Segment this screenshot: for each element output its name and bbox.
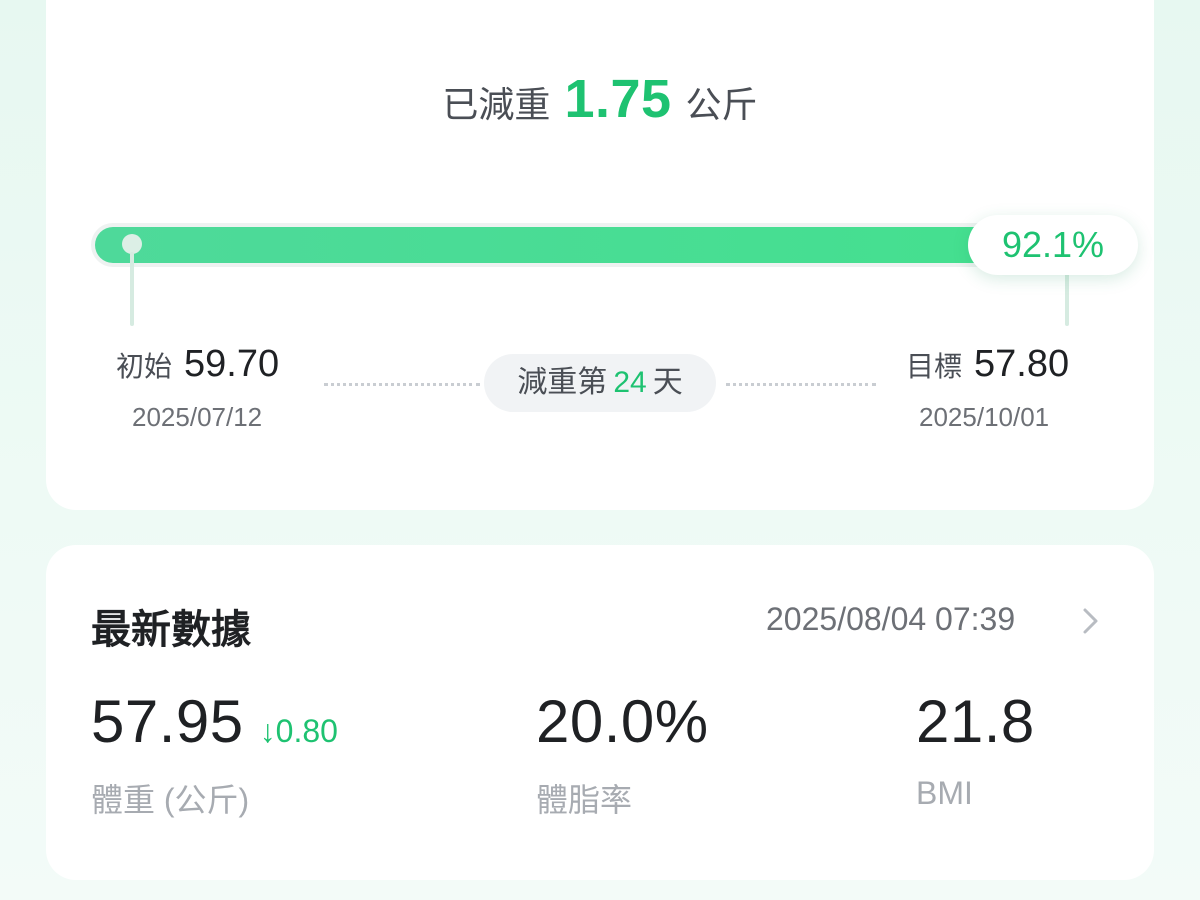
dotted-divider-left [324, 383, 480, 386]
body-fat-label: 體脂率 [536, 782, 633, 818]
body-fat-metric: 20.0% [536, 687, 709, 756]
progress-bar-fill [95, 227, 1045, 263]
dotted-divider-right [726, 383, 876, 386]
goal-marker-line [1065, 272, 1069, 326]
weight-metric: 57.95 ↓0.80 [91, 687, 338, 756]
start-weight-value: 59.70 [184, 343, 280, 385]
weight-loss-progress-card: 已減重 1.75 公斤 92.1% 初始 59.70 2025/07/12 減重第 24… [46, 0, 1154, 510]
weight-loss-day-pill: 減重第 24 天 [484, 354, 716, 412]
day-suffix: 天 [652, 366, 683, 399]
body-fat-value: 20.0% [536, 688, 709, 755]
headline-prefix: 已減重 [442, 84, 551, 125]
latest-data-title: 最新數據 [91, 608, 251, 652]
goal-weight-value: 57.80 [974, 343, 1070, 385]
weight-lost-unit: 公斤 [685, 84, 758, 125]
latest-data-timestamp[interactable]: 2025/08/04 07:39 [766, 601, 1015, 638]
start-date: 2025/07/12 [132, 402, 263, 432]
start-marker-dot [122, 234, 142, 254]
latest-data-card[interactable]: 最新數據 2025/08/04 07:39 57.95 ↓0.80 體重 (公斤)… [46, 545, 1154, 880]
weight-lost-value: 1.75 [564, 69, 672, 129]
goal-weight-label: 目標 [906, 351, 963, 382]
bmi-value: 21.8 [916, 688, 1035, 755]
weight-value: 57.95 [91, 688, 244, 755]
start-weight-label: 初始 [116, 351, 173, 382]
start-marker-line [130, 252, 134, 326]
day-prefix: 減重第 [517, 366, 608, 399]
progress-percent-bubble: 92.1% [968, 215, 1138, 275]
bmi-label: BMI [916, 775, 973, 811]
weight-delta: ↓0.80 [259, 713, 338, 749]
chevron-right-icon[interactable] [1076, 603, 1106, 639]
goal-date: 2025/10/01 [919, 402, 1050, 432]
weight-label: 體重 (公斤) [91, 782, 250, 818]
bmi-metric: 21.8 [916, 687, 1035, 756]
day-number: 24 [613, 366, 647, 399]
start-weight: 初始 59.70 [116, 343, 279, 386]
weight-lost-headline: 已減重 1.75 公斤 [46, 68, 1154, 130]
goal-weight: 目標 57.80 [906, 343, 1069, 386]
